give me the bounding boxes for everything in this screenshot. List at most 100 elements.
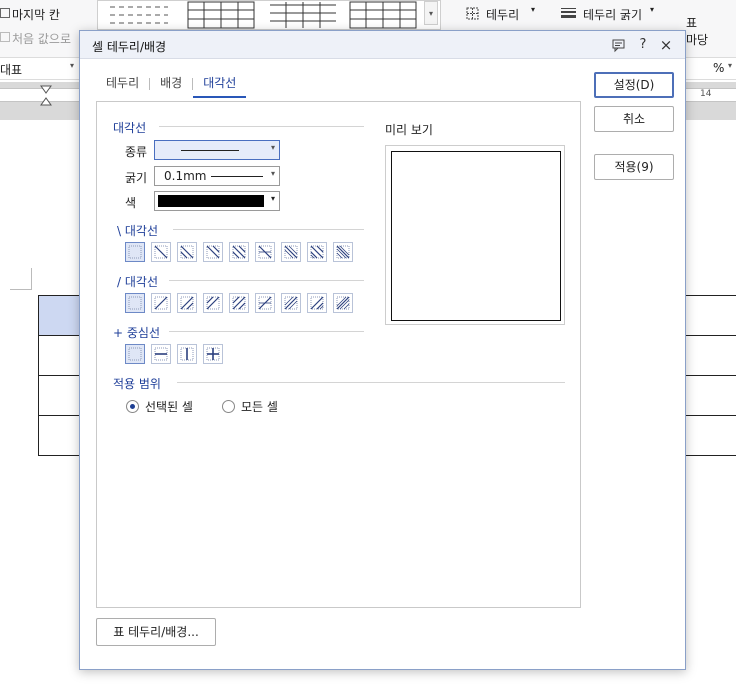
backslash-diagonal-both[interactable] — [229, 242, 249, 262]
group-divider — [169, 280, 364, 281]
slash-diagonal-split[interactable] — [255, 293, 275, 313]
comment-icon[interactable] — [610, 36, 628, 54]
backslash-diagonal-single[interactable] — [151, 242, 171, 262]
border-dropdown-icon[interactable]: ▾ — [531, 5, 535, 14]
cell-border-dialog: 셀 테두리/배경 ? × 테두리 배경 대각선 대각선 종류 ▾ 굵기 0.1m… — [79, 30, 686, 670]
slash-diagonal-none[interactable] — [125, 293, 145, 313]
document-table[interactable] — [38, 295, 83, 456]
backslash-diagonal-multi[interactable] — [281, 242, 301, 262]
center-line-horizontal-icon — [154, 347, 168, 361]
chevron-down-icon: ▾ — [270, 194, 275, 203]
ruler-indent-marker-icon[interactable] — [40, 85, 52, 107]
apply-button[interactable]: 적용(9) — [594, 154, 674, 180]
backslash-diagonal-multi-3[interactable] — [333, 242, 353, 262]
center-line-none[interactable] — [125, 344, 145, 364]
backslash-diagonal-none[interactable] — [125, 242, 145, 262]
slash-diagonal-multi-3[interactable] — [333, 293, 353, 313]
line-type-select[interactable]: ▾ — [154, 140, 280, 160]
close-button[interactable]: × — [657, 36, 675, 54]
table-border-button[interactable]: 표 테두리/배경... — [96, 618, 216, 646]
table-cell-selected[interactable] — [38, 295, 83, 336]
border-width-button[interactable]: 테두리 굵기 — [583, 6, 642, 23]
slash-diagonal-both[interactable] — [229, 293, 249, 313]
gallery-style-grid[interactable] — [186, 1, 256, 31]
zoom-percent: % — [713, 61, 725, 75]
table-label: 표 — [686, 16, 698, 30]
slash-diagonal-single[interactable] — [151, 293, 171, 313]
group-divider — [173, 229, 364, 230]
tab-diagonal[interactable]: 대각선 — [193, 70, 247, 98]
slash-diagonal-title: / 대각선 — [117, 275, 158, 289]
page-corner-mark — [10, 268, 32, 290]
backslash-diagonal-multi-2[interactable] — [307, 242, 327, 262]
last-column-icon — [0, 8, 10, 18]
backslash-diagonal-lower-icon — [180, 245, 194, 259]
slash-diagonal-lower-icon — [180, 296, 194, 310]
line-width-sample — [211, 176, 263, 177]
chevron-down-icon: ▾ — [270, 143, 275, 152]
zoom-dropdown-icon[interactable]: ▾ — [728, 61, 732, 70]
backslash-diagonal-upper-icon — [206, 245, 220, 259]
line-width-value: 0.1mm — [164, 169, 207, 183]
backslash-diagonal-both-icon — [232, 245, 246, 259]
dialog-titlebar[interactable]: 셀 테두리/배경 ? × — [80, 31, 685, 59]
gallery-style-grid-2[interactable] — [268, 1, 338, 31]
style-select[interactable]: 대표 — [0, 61, 22, 78]
gallery-more-icon[interactable]: ▾ — [424, 1, 438, 25]
center-line-vertical[interactable] — [177, 344, 197, 364]
slash-diagonal-upper[interactable] — [203, 293, 223, 313]
slash-diagonal-lower[interactable] — [177, 293, 197, 313]
style-dropdown-icon[interactable]: ▾ — [70, 61, 74, 70]
border-width-dropdown-icon[interactable]: ▾ — [650, 5, 654, 14]
center-line-vertical-icon — [180, 347, 194, 361]
line-width-select[interactable]: 0.1mm ▾ — [154, 166, 280, 186]
line-color-select[interactable]: ▾ — [154, 191, 280, 211]
center-line-cross[interactable] — [203, 344, 223, 364]
gallery-style-grid-3[interactable] — [348, 1, 418, 31]
table-cell[interactable] — [38, 335, 83, 376]
slash-diagonal-none-icon — [128, 296, 142, 310]
scope-all-label[interactable]: 모든 셀 — [241, 398, 278, 415]
scope-selected-radio[interactable] — [126, 400, 139, 413]
slash-diagonal-multi[interactable] — [281, 293, 301, 313]
scope-all-radio[interactable] — [222, 400, 235, 413]
center-line-horizontal[interactable] — [151, 344, 171, 364]
cancel-button[interactable]: 취소 — [594, 106, 674, 132]
ok-button[interactable]: 설정(D) — [594, 72, 674, 98]
backslash-diagonal-title: \ 대각선 — [117, 224, 158, 238]
center-line-title: + 중심선 — [113, 326, 160, 340]
cell-style-gallery[interactable]: ▾ — [97, 0, 441, 30]
preview-box[interactable] — [385, 145, 565, 325]
slash-diagonal-both-icon — [232, 296, 246, 310]
scope-selected-label[interactable]: 선택된 셀 — [145, 398, 193, 415]
backslash-diagonal-lower[interactable] — [177, 242, 197, 262]
color-swatch — [158, 195, 264, 207]
reset-button[interactable]: 처음 값으로 — [12, 30, 71, 47]
table-cell[interactable] — [38, 375, 83, 416]
center-line-none-icon — [128, 347, 142, 361]
dialog-tabs: 테두리 배경 대각선 — [96, 69, 247, 99]
backslash-diagonal-upper[interactable] — [203, 242, 223, 262]
last-column-button[interactable]: 마지막 칸 — [12, 6, 60, 23]
backslash-diagonal-split[interactable] — [255, 242, 275, 262]
tab-background[interactable]: 배경 — [150, 70, 192, 98]
center-line-cross-icon — [206, 347, 220, 361]
backslash-diagonal-split-icon — [258, 245, 272, 259]
backslash-diagonal-none-icon — [128, 245, 142, 259]
tab-border[interactable]: 테두리 — [96, 70, 149, 98]
diagonal-group-title: 대각선 — [113, 121, 147, 135]
document-table-right — [684, 295, 736, 457]
group-divider — [159, 126, 364, 127]
table-cell[interactable] — [38, 415, 83, 456]
line-width-label: 굵기 — [125, 171, 148, 185]
group-divider — [169, 331, 364, 332]
gallery-style-dashed[interactable] — [108, 1, 178, 31]
border-button[interactable]: 테두리 — [486, 6, 519, 23]
help-button[interactable]: ? — [634, 36, 652, 54]
apply-scope-title: 적용 범위 — [113, 377, 161, 391]
slash-diagonal-multi-2[interactable] — [307, 293, 327, 313]
border-width-icon — [561, 8, 576, 18]
slash-diagonal-multi-3-icon — [336, 296, 350, 310]
slash-diagonal-single-icon — [154, 296, 168, 310]
group-divider — [177, 382, 565, 383]
